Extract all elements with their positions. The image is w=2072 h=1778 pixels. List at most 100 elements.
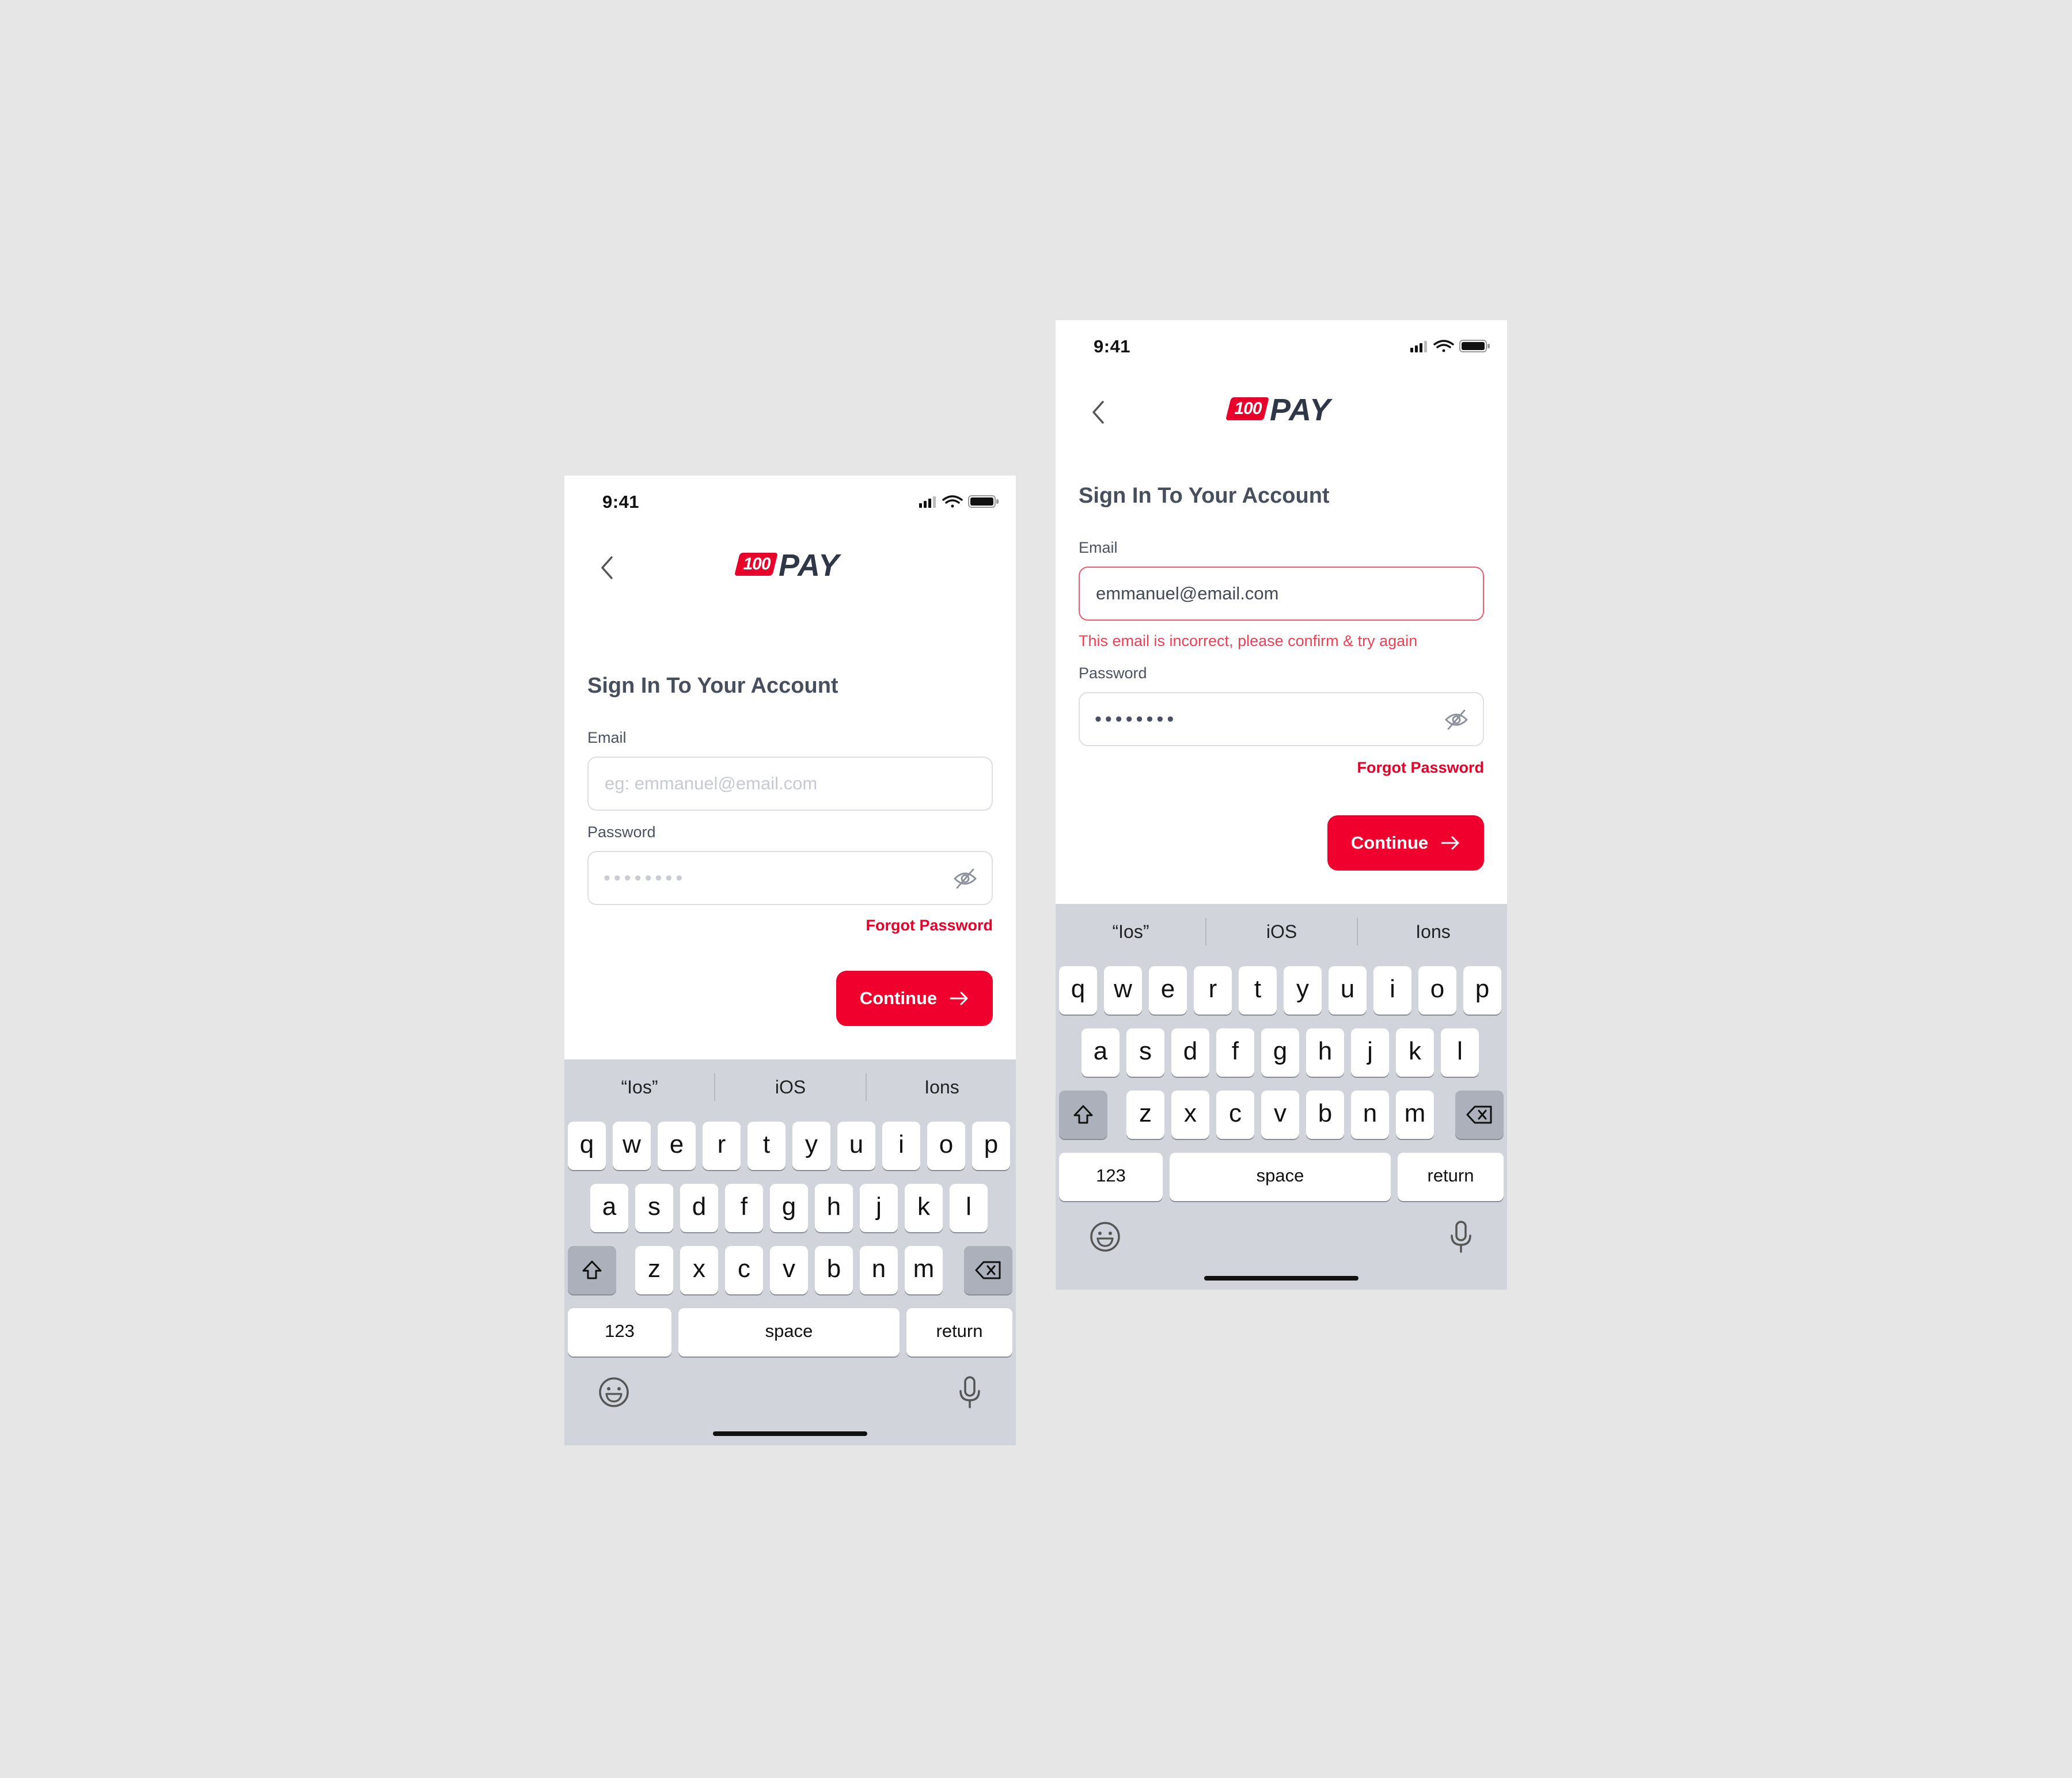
key-t[interactable]: t xyxy=(747,1122,785,1170)
wifi-icon xyxy=(1433,340,1454,352)
logo-wordmark: PAY xyxy=(779,548,840,583)
logo-badge-text: 100 xyxy=(1234,399,1262,418)
key-b[interactable]: b xyxy=(815,1246,853,1294)
key-i[interactable]: i xyxy=(1373,966,1411,1015)
key-x[interactable]: x xyxy=(680,1246,718,1294)
shift-key[interactable] xyxy=(568,1246,616,1294)
key-o[interactable]: o xyxy=(927,1122,965,1170)
keyboard: “Ios” iOS Ions q w e r t y u i o p a s d… xyxy=(564,1059,1016,1445)
suggestion-item[interactable]: “Ios” xyxy=(1056,904,1206,959)
key-r[interactable]: r xyxy=(1194,966,1232,1015)
key-k[interactable]: k xyxy=(1396,1028,1434,1077)
microphone-icon[interactable] xyxy=(1444,1219,1478,1254)
key-x[interactable]: x xyxy=(1171,1091,1209,1139)
email-input[interactable]: emmanuel@email.com xyxy=(1079,567,1484,621)
key-w[interactable]: w xyxy=(613,1122,651,1170)
space-key[interactable]: space xyxy=(1170,1153,1391,1201)
key-r[interactable]: r xyxy=(703,1122,741,1170)
suggestion-item[interactable]: Ions xyxy=(1358,904,1507,959)
key-z[interactable]: z xyxy=(635,1246,673,1294)
continue-button[interactable]: Continue xyxy=(1327,815,1484,871)
status-time: 9:41 xyxy=(602,492,640,512)
home-indicator xyxy=(1204,1276,1358,1281)
key-c[interactable]: c xyxy=(1216,1091,1254,1139)
microphone-icon[interactable] xyxy=(952,1375,987,1410)
numbers-key[interactable]: 123 xyxy=(1059,1153,1163,1201)
space-key[interactable]: space xyxy=(678,1308,900,1357)
key-d[interactable]: d xyxy=(1171,1028,1209,1077)
key-d[interactable]: d xyxy=(680,1184,718,1232)
page-title: Sign In To Your Account xyxy=(1079,484,1330,508)
key-e[interactable]: e xyxy=(1149,966,1187,1015)
key-f[interactable]: f xyxy=(725,1184,763,1232)
key-q[interactable]: q xyxy=(1059,966,1097,1015)
key-i[interactable]: i xyxy=(882,1122,920,1170)
suggestion-item[interactable]: iOS xyxy=(1206,904,1357,959)
key-p[interactable]: p xyxy=(1463,966,1501,1015)
suggestion-item[interactable]: Ions xyxy=(867,1059,1016,1115)
key-q[interactable]: q xyxy=(568,1122,606,1170)
key-j[interactable]: j xyxy=(860,1184,898,1232)
key-g[interactable]: g xyxy=(770,1184,808,1232)
key-e[interactable]: e xyxy=(658,1122,696,1170)
key-n[interactable]: n xyxy=(1351,1091,1389,1139)
phone-screen-sign-in-error: 9:41 100 PAY Sign In To Your Account Ema… xyxy=(1056,320,1507,1290)
key-a[interactable]: a xyxy=(1081,1028,1120,1077)
key-m[interactable]: m xyxy=(905,1246,943,1294)
key-l[interactable]: l xyxy=(950,1184,988,1232)
back-button[interactable] xyxy=(1086,395,1111,430)
key-u[interactable]: u xyxy=(837,1122,875,1170)
key-h[interactable]: h xyxy=(1306,1028,1344,1077)
delete-key[interactable] xyxy=(1455,1091,1504,1139)
forgot-password-link[interactable]: Forgot Password xyxy=(1357,759,1484,777)
suggestion-item[interactable]: iOS xyxy=(715,1059,866,1115)
key-u[interactable]: u xyxy=(1329,966,1367,1015)
key-o[interactable]: o xyxy=(1418,966,1456,1015)
key-t[interactable]: t xyxy=(1239,966,1277,1015)
key-p[interactable]: p xyxy=(972,1122,1010,1170)
backspace-icon xyxy=(975,1261,1001,1279)
continue-button[interactable]: Continue xyxy=(836,971,993,1026)
key-z[interactable]: z xyxy=(1126,1091,1164,1139)
shift-icon xyxy=(582,1260,602,1279)
key-j[interactable]: j xyxy=(1351,1028,1389,1077)
key-h[interactable]: h xyxy=(815,1184,853,1232)
key-s[interactable]: s xyxy=(1126,1028,1164,1077)
key-v[interactable]: v xyxy=(1261,1091,1299,1139)
return-key[interactable]: return xyxy=(1398,1153,1504,1201)
signal-icon xyxy=(919,496,936,508)
key-b[interactable]: b xyxy=(1306,1091,1344,1139)
delete-key[interactable] xyxy=(964,1246,1012,1294)
key-f[interactable]: f xyxy=(1216,1028,1254,1077)
key-k[interactable]: k xyxy=(905,1184,943,1232)
key-a[interactable]: a xyxy=(590,1184,628,1232)
key-m[interactable]: m xyxy=(1396,1091,1434,1139)
return-key[interactable]: return xyxy=(906,1308,1012,1357)
key-v[interactable]: v xyxy=(770,1246,808,1294)
password-input[interactable]: •••••••• xyxy=(587,851,993,905)
shift-key[interactable] xyxy=(1059,1091,1107,1139)
back-button[interactable] xyxy=(594,550,620,585)
key-y[interactable]: y xyxy=(792,1122,830,1170)
status-bar: 9:41 xyxy=(564,476,1016,527)
key-n[interactable]: n xyxy=(860,1246,898,1294)
key-c[interactable]: c xyxy=(725,1246,763,1294)
emoji-icon[interactable] xyxy=(1088,1219,1122,1254)
status-bar: 9:41 xyxy=(1056,320,1507,372)
numbers-key[interactable]: 123 xyxy=(568,1308,671,1357)
key-w[interactable]: w xyxy=(1104,966,1142,1015)
suggestion-bar: “Ios” iOS Ions xyxy=(1056,904,1507,959)
forgot-password-link[interactable]: Forgot Password xyxy=(866,917,993,934)
key-y[interactable]: y xyxy=(1284,966,1322,1015)
emoji-icon[interactable] xyxy=(597,1375,631,1410)
key-s[interactable]: s xyxy=(635,1184,673,1232)
password-label: Password xyxy=(1079,664,1147,682)
suggestion-item[interactable]: “Ios” xyxy=(564,1059,715,1115)
key-l[interactable]: l xyxy=(1441,1028,1479,1077)
eye-off-icon[interactable] xyxy=(1444,707,1469,732)
key-g[interactable]: g xyxy=(1261,1028,1299,1077)
page-title: Sign In To Your Account xyxy=(587,674,838,698)
email-input[interactable]: eg: emmanuel@email.com xyxy=(587,757,993,811)
password-input[interactable]: •••••••• xyxy=(1079,692,1484,746)
eye-off-icon[interactable] xyxy=(952,866,978,891)
